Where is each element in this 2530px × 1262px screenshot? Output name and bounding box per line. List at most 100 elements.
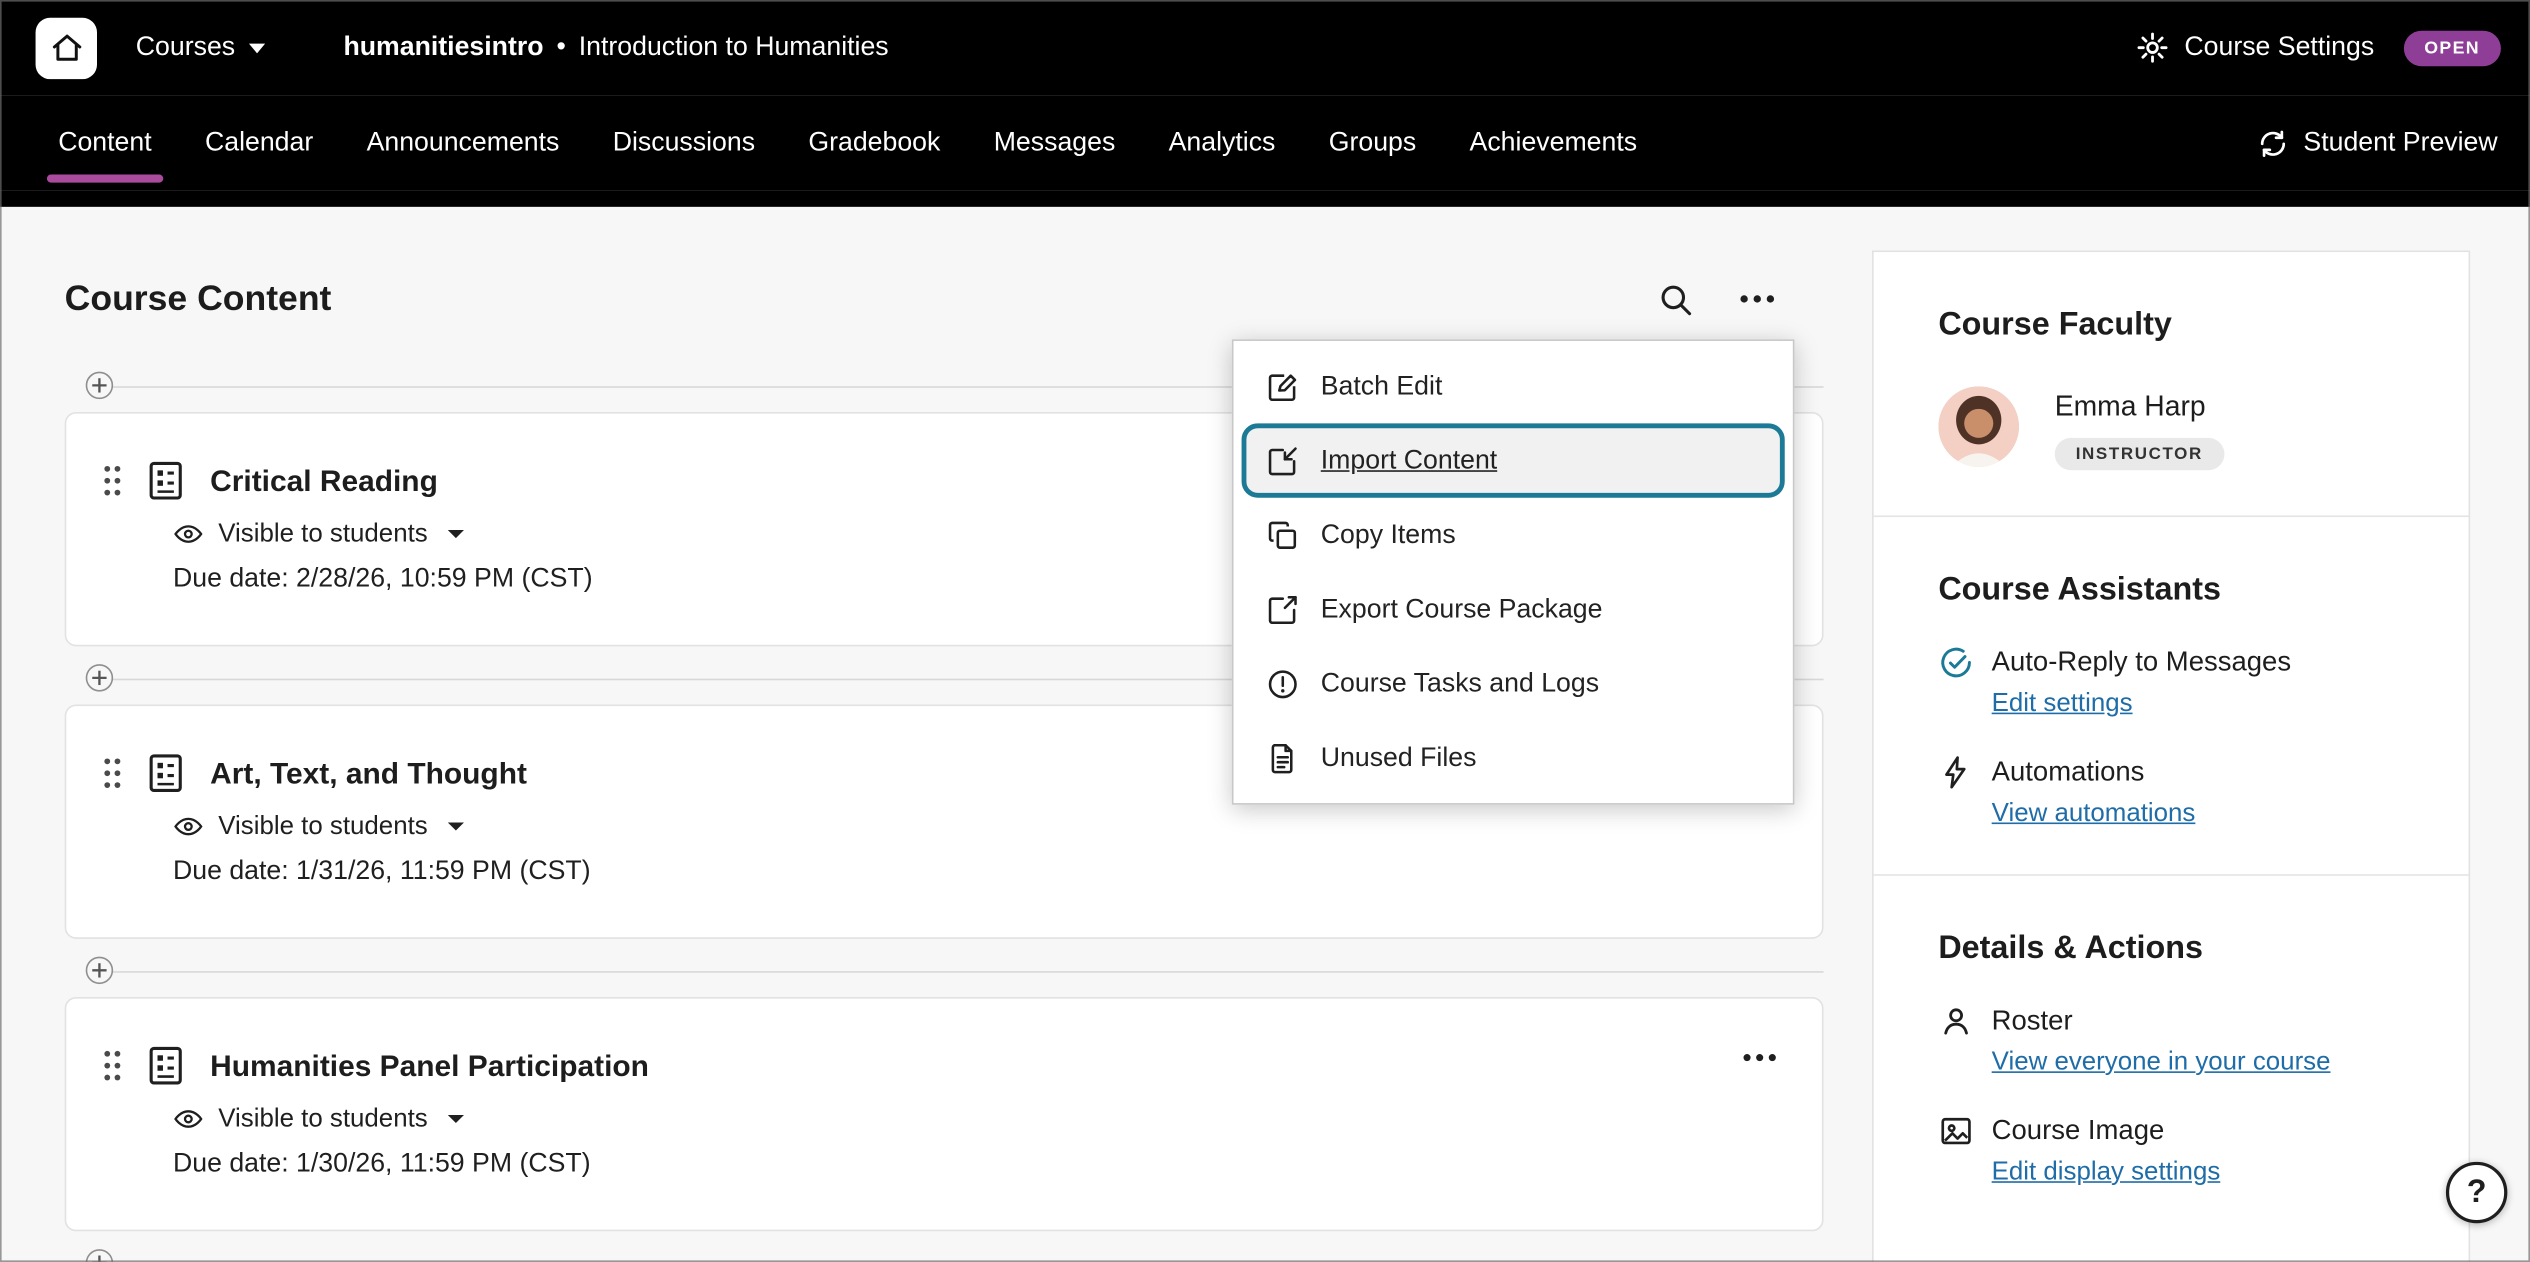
assignment-icon xyxy=(144,459,188,503)
menu-item-copy-items[interactable]: Copy Items xyxy=(1233,498,1792,572)
card-title-row: Humanities Panel Participation xyxy=(102,1044,1783,1088)
content-item-title[interactable]: Critical Reading xyxy=(210,463,438,499)
tab-label: Messages xyxy=(994,128,1116,159)
due-date: Due date: 1/31/26, 11:59 PM (CST) xyxy=(173,856,1783,887)
edit-display-settings-link[interactable]: Edit display settings xyxy=(1992,1159,2221,1188)
add-content-button[interactable] xyxy=(86,372,113,399)
home-icon xyxy=(49,31,83,65)
menu-item-label: Batch Edit xyxy=(1321,371,1443,402)
view-roster-link[interactable]: View everyone in your course xyxy=(1992,1049,2331,1078)
chevron-down-icon xyxy=(447,822,463,830)
view-automations-link[interactable]: View automations xyxy=(1992,800,2196,829)
more-options-icon[interactable] xyxy=(1736,278,1778,320)
course-assistants-section: Course Assistants Auto-Reply to Messages… xyxy=(1874,515,2469,874)
open-status-badge: OPEN xyxy=(2403,30,2501,66)
assignment-icon xyxy=(144,1044,188,1088)
menu-item-label: Course Tasks and Logs xyxy=(1321,668,1599,699)
drag-handle-icon[interactable] xyxy=(102,1049,123,1083)
add-content-button[interactable] xyxy=(86,1249,113,1262)
tab-label: Calendar xyxy=(205,128,313,159)
visibility-label: Visible to students xyxy=(218,520,427,549)
instructor-avatar[interactable] xyxy=(1938,386,2019,467)
auto-reply-icon xyxy=(1938,645,1974,681)
courses-menu-button[interactable]: Courses xyxy=(136,32,266,63)
content-card: Humanities Panel Participation Visible t… xyxy=(65,997,1824,1231)
menu-item-batch-edit[interactable]: Batch Edit xyxy=(1233,349,1792,423)
instructor-name: Emma Harp xyxy=(2055,386,2224,423)
details-item: Roster View everyone in your course xyxy=(1938,1003,2404,1077)
help-button[interactable]: ? xyxy=(2446,1162,2507,1223)
gear-icon[interactable] xyxy=(2136,31,2170,65)
app-window: Courses humanitiesintro • Introduction t… xyxy=(0,0,2530,1262)
assistant-item: Auto-Reply to Messages Edit settings xyxy=(1938,645,2404,719)
details-item-row: Course Image xyxy=(1938,1113,2404,1149)
search-icon[interactable] xyxy=(1657,280,1694,317)
image-icon xyxy=(1938,1113,1974,1149)
assistant-item-row: Auto-Reply to Messages xyxy=(1938,645,2404,681)
visibility-toggle[interactable]: Visible to students xyxy=(173,1104,1783,1135)
chevron-down-icon xyxy=(447,1115,463,1123)
tab-announcements[interactable]: Announcements xyxy=(367,95,560,190)
add-content-button[interactable] xyxy=(86,664,113,691)
visibility-label: Visible to students xyxy=(218,1104,427,1133)
breadcrumb-course-id: humanitiesintro xyxy=(343,32,543,63)
course-settings-label[interactable]: Course Settings xyxy=(2184,32,2374,63)
content-item-title[interactable]: Humanities Panel Participation xyxy=(210,1048,649,1084)
details-actions-section: Details & Actions Roster View everyone i… xyxy=(1874,874,2469,1233)
export-course-package-icon xyxy=(1266,592,1300,626)
student-preview-label: Student Preview xyxy=(2303,128,2497,159)
menu-item-import-content[interactable]: Import Content xyxy=(1242,423,1785,497)
content-item-title[interactable]: Art, Text, and Thought xyxy=(210,755,527,791)
tab-label: Discussions xyxy=(613,128,755,159)
tab-gradebook[interactable]: Gradebook xyxy=(808,95,940,190)
tab-calendar[interactable]: Calendar xyxy=(205,95,313,190)
menu-item-course-tasks-logs[interactable]: Course Tasks and Logs xyxy=(1233,646,1792,720)
nav-strip xyxy=(0,191,2530,207)
content-actions xyxy=(1657,278,1778,320)
course-tasks-logs-icon xyxy=(1266,667,1300,701)
unused-files-icon xyxy=(1266,741,1300,775)
tab-content[interactable]: Content xyxy=(58,95,151,190)
page-title: Course Content xyxy=(65,278,332,320)
menu-item-label: Import Content xyxy=(1321,445,1497,476)
tab-discussions[interactable]: Discussions xyxy=(613,95,755,190)
tab-label: Gradebook xyxy=(808,128,940,159)
content-heading-row: Course Content xyxy=(65,275,1824,323)
sidebar-column: Course Faculty Emma Harp xyxy=(1872,207,2470,1262)
add-content-divider xyxy=(65,1249,1824,1262)
assignment-icon xyxy=(144,751,188,795)
tab-groups[interactable]: Groups xyxy=(1329,95,1416,190)
add-content-button[interactable] xyxy=(86,957,113,984)
nav-tabs: Content Calendar Announcements Discussio… xyxy=(58,95,1637,190)
student-preview-icon xyxy=(2257,127,2289,159)
visibility-toggle[interactable]: Visible to students xyxy=(173,811,1783,842)
copy-items-icon xyxy=(1266,518,1300,552)
eye-icon xyxy=(173,519,204,550)
section-title: Course Assistants xyxy=(1938,572,2404,609)
drag-handle-icon[interactable] xyxy=(102,756,123,790)
details-label: Roster xyxy=(1992,1005,2073,1037)
student-preview-button[interactable]: Student Preview xyxy=(2257,127,2498,159)
home-button[interactable] xyxy=(36,17,97,78)
card-more-options-icon[interactable] xyxy=(1739,1037,1779,1085)
lightning-icon xyxy=(1938,755,1974,791)
tab-messages[interactable]: Messages xyxy=(994,95,1116,190)
assistant-item: Automations View automations xyxy=(1938,755,2404,829)
instructor-role-badge: INSTRUCTOR xyxy=(2055,438,2224,470)
edit-settings-link[interactable]: Edit settings xyxy=(1992,690,2133,719)
tab-achievements[interactable]: Achievements xyxy=(1470,95,1638,190)
topbar-right-group: Course Settings OPEN xyxy=(2136,30,2501,66)
import-content-icon xyxy=(1266,444,1300,478)
instructor-row: Emma Harp INSTRUCTOR xyxy=(1938,386,2404,470)
tab-analytics[interactable]: Analytics xyxy=(1169,95,1276,190)
menu-item-label: Export Course Package xyxy=(1321,594,1603,625)
menu-item-export-course-package[interactable]: Export Course Package xyxy=(1233,572,1792,646)
visibility-label: Visible to students xyxy=(218,812,427,841)
menu-item-unused-files[interactable]: Unused Files xyxy=(1233,721,1792,795)
add-content-divider xyxy=(65,957,1824,984)
tab-label: Announcements xyxy=(367,128,560,159)
tab-label: Content xyxy=(58,128,151,159)
courses-label: Courses xyxy=(136,32,235,63)
drag-handle-icon[interactable] xyxy=(102,464,123,498)
details-label: Course Image xyxy=(1992,1115,2165,1147)
